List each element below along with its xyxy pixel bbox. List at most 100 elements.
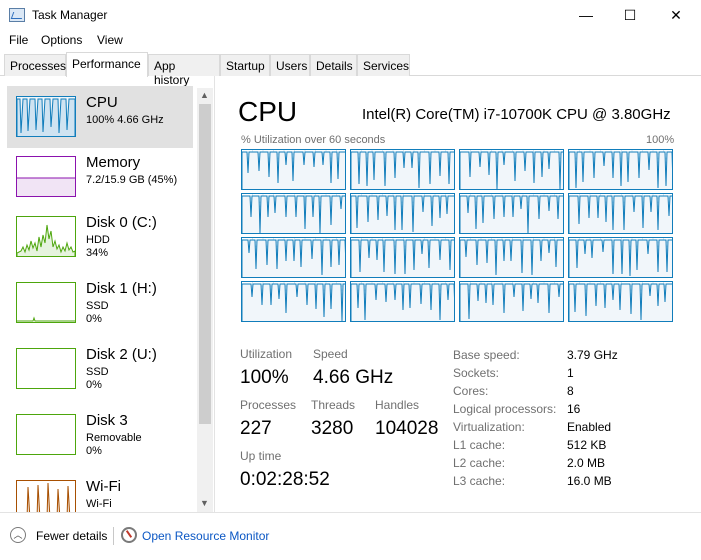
sidebar-item-memory[interactable]: Memory 7.2/15.9 GB (45%) bbox=[7, 146, 193, 208]
maximize-button[interactable]: ☐ bbox=[607, 0, 653, 30]
tab-app-history[interactable]: App history bbox=[148, 54, 220, 87]
memory-thumbnail bbox=[16, 156, 76, 197]
logical-processors-value: 16 bbox=[567, 402, 581, 416]
base-speed-label: Base speed: bbox=[453, 348, 520, 362]
sidebar-item-disk-2[interactable]: Disk 2 (U:) SSD 0% bbox=[7, 338, 193, 400]
logical-processor-graph bbox=[350, 281, 455, 322]
sidebar-item-detail: HDD bbox=[86, 234, 110, 246]
scroll-up-arrow-icon[interactable]: ▲ bbox=[200, 90, 209, 100]
logical-processor-graph bbox=[241, 193, 346, 234]
logical-processor-graph bbox=[241, 237, 346, 278]
disk0-thumbnail bbox=[16, 216, 76, 257]
handles-label: Handles bbox=[375, 398, 420, 412]
menu-bar: File Options View bbox=[0, 30, 701, 50]
resource-monitor-icon[interactable] bbox=[121, 527, 137, 543]
panel-title: CPU bbox=[238, 96, 298, 127]
sidebar-item-label: Wi-Fi bbox=[86, 478, 121, 495]
speed-value: 4.66 GHz bbox=[313, 367, 394, 388]
utilization-label: Utilization bbox=[240, 347, 293, 361]
sidebar-item-label: Disk 0 (C:) bbox=[86, 214, 157, 231]
l2-cache-value: 2.0 MB bbox=[567, 456, 606, 470]
logical-processor-graph bbox=[568, 149, 673, 190]
wifi-thumbnail-graph bbox=[26, 482, 71, 512]
tab-processes[interactable]: Processes bbox=[4, 54, 66, 76]
logical-processor-graph bbox=[459, 149, 564, 190]
logical-processors-label: Logical processors: bbox=[453, 402, 557, 416]
wifi-thumbnail bbox=[16, 480, 76, 512]
resource-sidebar: CPU 100% 4.66 GHz Memory 7.2/15.9 GB (45… bbox=[0, 76, 215, 512]
tab-strip: Processes Performance App history Startu… bbox=[0, 52, 701, 87]
menu-file[interactable]: File bbox=[9, 33, 28, 47]
logical-processor-graph bbox=[241, 281, 346, 322]
tab-performance[interactable]: Performance bbox=[66, 52, 148, 77]
logical-processor-graph bbox=[350, 149, 455, 190]
cores-value: 8 bbox=[567, 384, 574, 398]
fewer-details-link[interactable]: Fewer details bbox=[36, 529, 107, 543]
sidebar-item-label: Disk 2 (U:) bbox=[86, 346, 157, 363]
cpu-thumbnail-graph bbox=[17, 97, 75, 136]
tab-users[interactable]: Users bbox=[270, 54, 310, 76]
l1-cache-value: 512 KB bbox=[567, 438, 607, 452]
threads-value: 3280 bbox=[311, 418, 354, 439]
logical-processor-graphs bbox=[241, 149, 673, 322]
sidebar-item-disk-0[interactable]: Disk 0 (C:) HDD 34% bbox=[7, 206, 193, 268]
minimize-button[interactable]: — bbox=[563, 0, 609, 30]
sidebar-item-detail: Wi-Fi bbox=[86, 498, 112, 510]
sidebar-item-usage: 0% bbox=[86, 313, 102, 325]
scrollbar-thumb[interactable] bbox=[199, 104, 211, 424]
handles-value: 104028 bbox=[375, 418, 439, 439]
disk2-thumbnail bbox=[16, 348, 76, 389]
title-bar: Task Manager — ☐ ✕ bbox=[0, 0, 701, 30]
tab-details[interactable]: Details bbox=[310, 54, 357, 76]
sidebar-item-detail: SSD bbox=[86, 300, 109, 312]
cpu-detail-panel: CPU Intel(R) Core(TM) i7-10700K CPU @ 3.… bbox=[216, 76, 701, 512]
threads-label: Threads bbox=[311, 398, 356, 412]
l2-cache-label: L2 cache: bbox=[453, 456, 506, 470]
processes-label: Processes bbox=[240, 398, 297, 412]
menu-view[interactable]: View bbox=[97, 33, 123, 47]
sidebar-item-label: Disk 3 bbox=[86, 412, 128, 429]
logical-processor-graph bbox=[568, 193, 673, 234]
sidebar-item-cpu[interactable]: CPU 100% 4.66 GHz bbox=[7, 86, 193, 148]
processes-value: 227 bbox=[240, 418, 272, 439]
uptime-value: 0:02:28:52 bbox=[240, 469, 330, 490]
disk3-thumbnail bbox=[16, 414, 76, 455]
disk1-thumbnail-graph bbox=[17, 316, 75, 322]
virtualization-label: Virtualization: bbox=[453, 420, 525, 434]
cpu-model-name: Intel(R) Core(TM) i7-10700K CPU @ 3.80GH… bbox=[362, 106, 671, 123]
sidebar-item-detail: 7.2/15.9 GB (45%) bbox=[86, 174, 178, 186]
window-title: Task Manager bbox=[32, 8, 108, 22]
sidebar-item-wifi[interactable]: Wi-Fi Wi-Fi bbox=[7, 470, 193, 512]
sidebar-item-label: CPU bbox=[86, 94, 118, 111]
tab-services[interactable]: Services bbox=[357, 54, 410, 76]
sidebar-item-detail: Removable bbox=[86, 432, 142, 444]
sidebar-item-disk-3[interactable]: Disk 3 Removable 0% bbox=[7, 404, 193, 466]
logical-processor-graph bbox=[568, 281, 673, 322]
menu-options[interactable]: Options bbox=[41, 33, 82, 47]
sidebar-item-usage: 0% bbox=[86, 379, 102, 391]
utilization-value: 100% bbox=[240, 367, 289, 388]
sidebar-item-label: Disk 1 (H:) bbox=[86, 280, 157, 297]
sidebar-scrollbar[interactable]: ▲ ▼ bbox=[197, 88, 213, 512]
sidebar-item-disk-1[interactable]: Disk 1 (H:) SSD 0% bbox=[7, 272, 193, 334]
graph-caption: % Utilization over 60 seconds bbox=[241, 134, 386, 146]
l1-cache-label: L1 cache: bbox=[453, 438, 506, 452]
task-manager-icon bbox=[9, 8, 25, 22]
close-button[interactable]: ✕ bbox=[653, 0, 699, 30]
sidebar-item-usage: 0% bbox=[86, 445, 102, 457]
speed-label: Speed bbox=[313, 347, 348, 361]
open-resource-monitor-link[interactable]: Open Resource Monitor bbox=[142, 529, 269, 543]
footer-bar: ︿ Fewer details Open Resource Monitor bbox=[0, 512, 701, 560]
tab-startup[interactable]: Startup bbox=[220, 54, 270, 76]
chevron-up-icon[interactable]: ︿ bbox=[10, 527, 26, 543]
logical-processor-graph bbox=[241, 149, 346, 190]
l3-cache-value: 16.0 MB bbox=[567, 474, 612, 488]
scroll-down-arrow-icon[interactable]: ▼ bbox=[200, 498, 209, 508]
logical-processor-graph bbox=[350, 193, 455, 234]
logical-processor-graph bbox=[350, 237, 455, 278]
logical-processor-graph bbox=[459, 193, 564, 234]
sockets-label: Sockets: bbox=[453, 366, 500, 380]
graph-max-label: 100% bbox=[646, 134, 675, 146]
sidebar-item-label: Memory bbox=[86, 154, 141, 171]
base-speed-value: 3.79 GHz bbox=[567, 348, 618, 362]
